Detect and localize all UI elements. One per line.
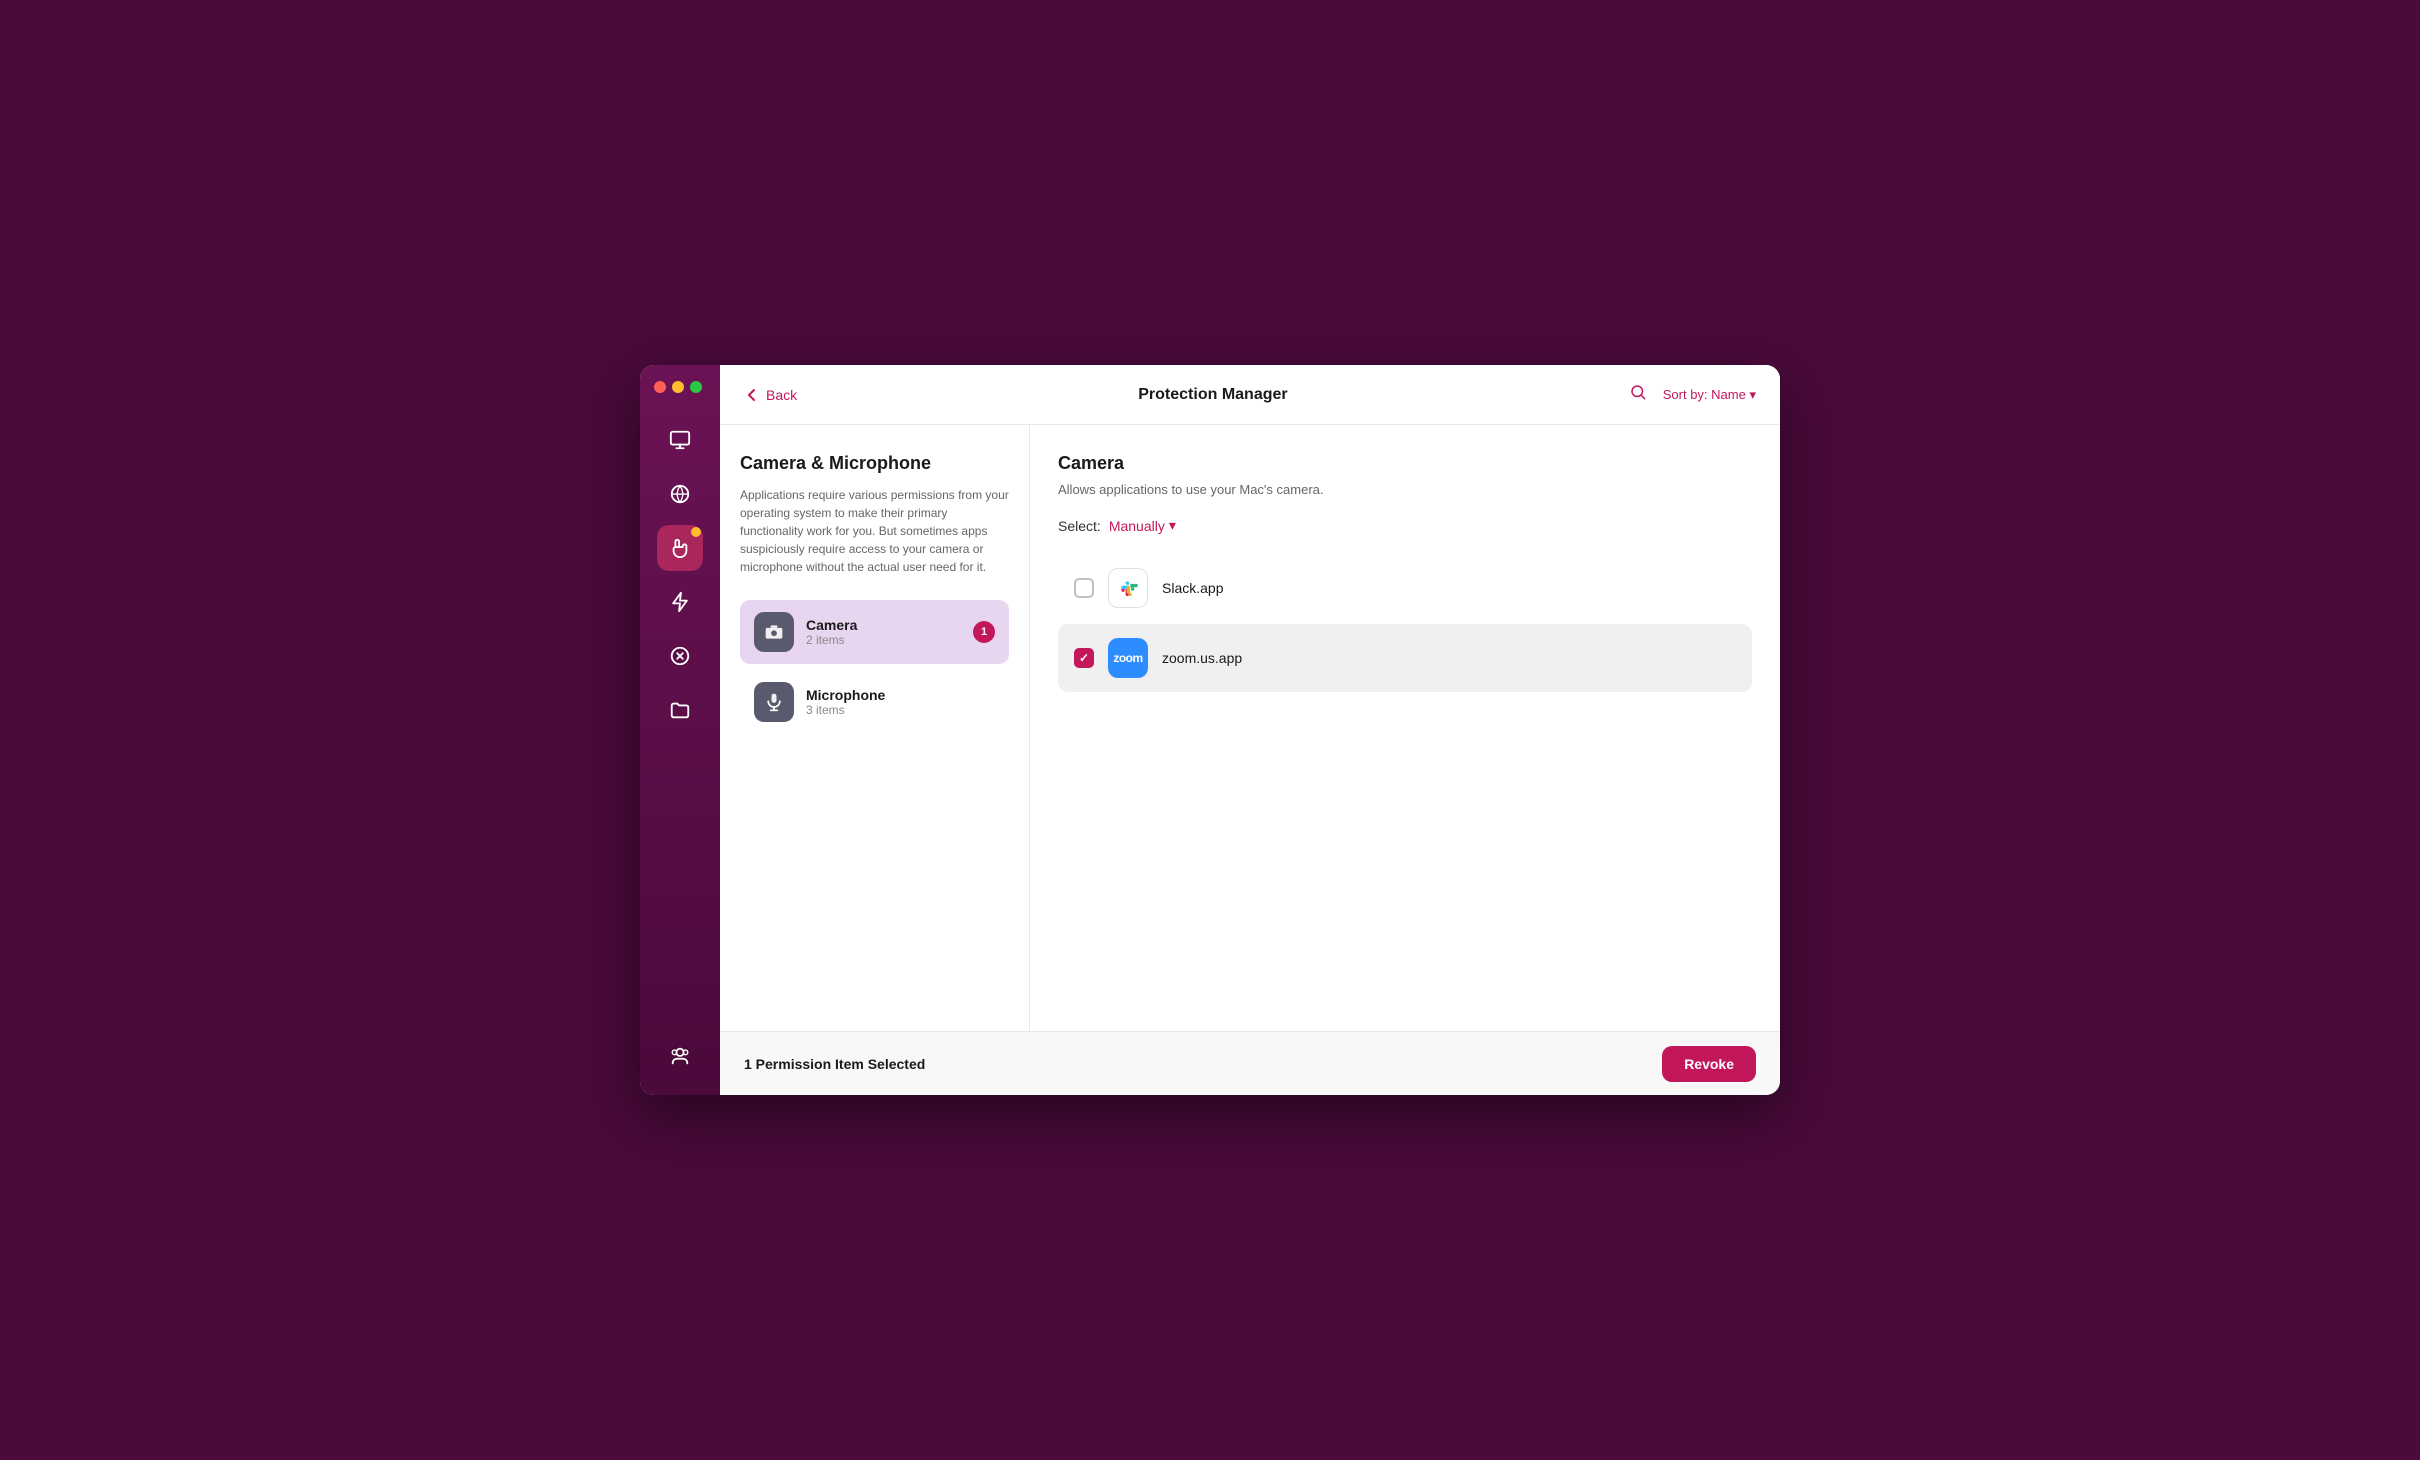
close-button[interactable] (654, 381, 666, 393)
panel-heading: Camera & Microphone (740, 453, 1009, 474)
select-dropdown[interactable]: Manually ▾ (1109, 517, 1176, 534)
globe-icon (669, 483, 691, 505)
user-icon (669, 1045, 691, 1067)
privacy-badge (691, 527, 701, 537)
bolt-icon (669, 591, 691, 613)
page-title: Protection Manager (797, 386, 1629, 404)
right-panel: Camera Allows applications to use your M… (1030, 425, 1780, 1031)
camera-count: 2 items (806, 633, 973, 647)
back-label: Back (766, 387, 797, 403)
section-title: Camera (1058, 453, 1752, 474)
app-item-zoom: ✓ zoom zoom.us.app (1058, 624, 1752, 692)
category-camera[interactable]: Camera 2 items 1 (740, 600, 1009, 664)
category-microphone[interactable]: Microphone 3 items (740, 670, 1009, 734)
sidebar-item-privacy[interactable] (657, 525, 703, 571)
minimize-button[interactable] (672, 381, 684, 393)
sort-chevron-icon: ▾ (1749, 387, 1756, 402)
titlebar: Back Protection Manager Sort by: Name ▾ (720, 365, 1780, 425)
sidebar-item-globe[interactable] (657, 471, 703, 517)
folder-icon (669, 699, 691, 721)
sidebar-item-display[interactable] (657, 417, 703, 463)
section-description: Allows applications to use your Mac's ca… (1058, 482, 1752, 497)
sidebar (640, 365, 720, 1095)
camera-svg-icon (764, 622, 784, 642)
main-content: Back Protection Manager Sort by: Name ▾ (720, 365, 1780, 1095)
sidebar-item-folder[interactable] (657, 687, 703, 733)
footer-status: 1 Permission Item Selected (744, 1056, 925, 1072)
microphone-info: Microphone 3 items (806, 687, 995, 717)
panel-description: Applications require various permissions… (740, 486, 1009, 576)
content-area: Camera & Microphone Applications require… (720, 425, 1780, 1031)
sidebar-item-bolt[interactable] (657, 579, 703, 625)
sort-by-label: Sort by: (1663, 387, 1708, 402)
zoom-app-icon: zoom (1108, 638, 1148, 678)
search-button[interactable] (1629, 383, 1647, 406)
checkmark-icon: ✓ (1079, 651, 1089, 665)
app-item-slack: Slack.app (1058, 554, 1752, 622)
footer: 1 Permission Item Selected Revoke (720, 1031, 1780, 1095)
slack-checkbox[interactable] (1074, 578, 1094, 598)
microphone-count: 3 items (806, 703, 995, 717)
titlebar-actions: Sort by: Name ▾ (1629, 383, 1756, 406)
slack-app-icon (1108, 568, 1148, 608)
dropdown-chevron-icon: ▾ (1169, 517, 1176, 534)
sort-value-text: Name (1711, 387, 1746, 402)
zoom-checkbox[interactable]: ✓ (1074, 648, 1094, 668)
app-list: Slack.app ✓ zoom zoom.us.app (1058, 554, 1752, 692)
zoom-app-name: zoom.us.app (1162, 650, 1242, 666)
left-panel: Camera & Microphone Applications require… (720, 425, 1030, 1031)
camera-icon (754, 612, 794, 652)
sort-by-control[interactable]: Sort by: Name ▾ (1663, 387, 1756, 403)
traffic-lights (640, 381, 702, 393)
sort-by-value[interactable]: Name ▾ (1711, 387, 1756, 402)
testflight-icon (669, 645, 691, 667)
search-icon (1629, 383, 1647, 401)
maximize-button[interactable] (690, 381, 702, 393)
sidebar-item-testflight[interactable] (657, 633, 703, 679)
select-row: Select: Manually ▾ (1058, 517, 1752, 534)
select-value: Manually (1109, 518, 1165, 534)
camera-badge: 1 (973, 621, 995, 643)
main-window: Back Protection Manager Sort by: Name ▾ (640, 365, 1780, 1095)
camera-name: Camera (806, 617, 973, 633)
slack-app-name: Slack.app (1162, 580, 1223, 596)
microphone-name: Microphone (806, 687, 995, 703)
hand-icon (669, 537, 691, 559)
select-label: Select: (1058, 518, 1101, 534)
microphone-icon (754, 682, 794, 722)
revoke-button[interactable]: Revoke (1662, 1046, 1756, 1082)
microphone-svg-icon (764, 692, 784, 712)
camera-info: Camera 2 items (806, 617, 973, 647)
sidebar-item-user[interactable] (657, 1033, 703, 1079)
back-button[interactable]: Back (744, 387, 797, 403)
slack-logo-icon (1116, 576, 1140, 600)
back-chevron-icon (744, 387, 760, 403)
display-icon (669, 429, 691, 451)
zoom-logo-text: zoom (1113, 651, 1142, 665)
